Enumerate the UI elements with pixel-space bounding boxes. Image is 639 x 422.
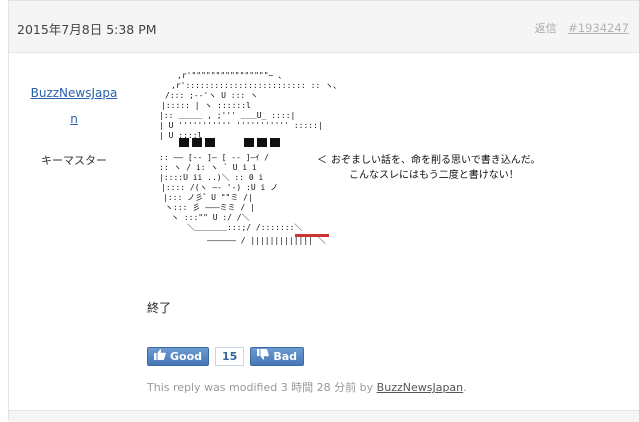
author-role: キーマスター — [41, 154, 107, 167]
svg-text::: ヽ / i: ヽ ` U i i: :: ヽ / i: ヽ ` U i i — [159, 162, 257, 172]
svg-text:|::: ノ彡゛U ""ミ /|: |::: ノ彡゛U ""ミ /| — [163, 193, 253, 202]
reply-card: 2015年7月8日 5:38 PM 返信 #1934247 BuzzNewsJa… — [8, 0, 639, 422]
reply-footer — [9, 410, 639, 422]
good-button[interactable]: Good — [147, 346, 210, 366]
reply-header: 2015年7月8日 5:38 PM 返信 #1934247 — [9, 1, 639, 53]
svg-text:＜: ＜ — [317, 155, 327, 166]
svg-text:|::::: | ヽ ::::: |::::: | ヽ ::::::l — [161, 101, 251, 110]
svg-text:|:: ＿＿＿ , ;''' ＿＿U_ :::: |:: ＿＿＿ , ;''' ＿＿U_ ::::| — [159, 111, 295, 120]
svg-text:|::::U ii ..)＼ :: 0 i: |::::U ii ..)＼ :: 0 i — [159, 173, 264, 182]
good-label: Good — [170, 349, 203, 363]
vote-count: 15 — [215, 346, 245, 366]
ascii-art-face: ,r'""""""""""""""""~ 、 ,r'::::::::::::::… — [159, 71, 540, 245]
svg-text:| U ''''''''''' ''''': | U ''''''''''' ''''''''''' :::::| — [159, 121, 323, 130]
svg-text:,r'""""""""""""""""~ 、: ,r'""""""""""""""""~ 、 — [177, 71, 286, 80]
reply-button[interactable]: 返信 — [535, 22, 557, 35]
reply-actions: 返信 #1934247 — [535, 20, 629, 36]
ascii-art-caption-2: こんなスレにはもう二度と書けない！ — [349, 168, 519, 181]
ascii-art-caption-1: おぞましい話を、命を削る思いで書き込んだ。 — [331, 153, 540, 166]
svg-text:ヽ :::"" U :/ /＼: ヽ :::"" U :/ /＼ — [171, 213, 250, 222]
thumbs-up-icon — [154, 349, 166, 363]
modified-prefix: This reply was modified 3 時間 28 分前 by — [147, 381, 374, 394]
reply-text: 終了 — [147, 301, 172, 315]
permalink[interactable]: #1934247 — [568, 21, 629, 35]
author-column: BuzzNewsJapan キーマスター — [9, 54, 139, 168]
thumbs-down-icon — [257, 349, 270, 363]
reply-date: 2015年7月8日 5:38 PM — [17, 22, 157, 37]
reply-body: BuzzNewsJapan キーマスター ,r'""""""""""""""""… — [9, 54, 639, 410]
svg-text:＼＿＿＿＿:::;/ /:::::::＼: ＼＿＿＿＿:::;/ /:::::::＼ — [187, 223, 302, 232]
modified-by-link[interactable]: BuzzNewsJapan — [377, 381, 463, 394]
modified-suffix: . — [463, 381, 467, 394]
vote-controls: Good 15 Bad — [147, 346, 305, 366]
svg-text:|:::: /(ヽ ―- '‐) :U i ノ: |:::: /(ヽ ―- '‐) :U i ノ — [161, 183, 278, 192]
svg-text::: ―― [‐‐ ]― [ ‐‐ ]―ｲ /: :: ―― [‐‐ ]― [ ‐‐ ]―ｲ / — [159, 153, 269, 162]
bad-label: Bad — [273, 349, 298, 363]
modified-note: This reply was modified 3 時間 28 分前 by Bu… — [147, 379, 467, 395]
svg-text:/::: ;-‐'ヽ U ::: ヽ: /::: ;-‐'ヽ U ::: ヽ — [165, 91, 258, 100]
svg-text:,r'::::::::::::::::::::::::: :: ,r'::::::::::::::::::::::::: :: ヽ、 — [171, 81, 341, 90]
ascii-art-image: ,r'""""""""""""""""~ 、 ,r'::::::::::::::… — [147, 68, 547, 263]
author-name-link[interactable]: BuzzNewsJapan — [9, 80, 139, 132]
svg-text:ヽ::: 彡 ―――ミミ / |: ヽ::: 彡 ―――ミミ / | — [165, 203, 255, 212]
svg-text:―――――― / ||||||||||||| ＼: ―――――― / ||||||||||||| ＼ — [207, 236, 326, 245]
bad-button[interactable]: Bad — [250, 346, 305, 366]
